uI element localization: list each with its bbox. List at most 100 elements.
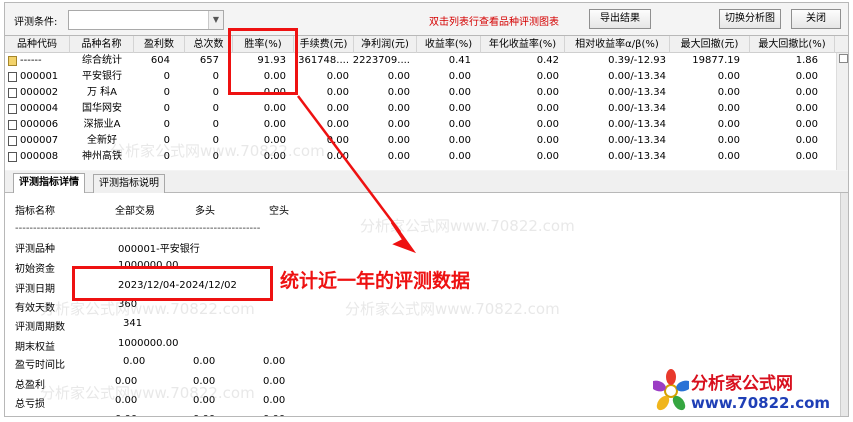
tab-metric-description[interactable]: 评测指标说明 — [93, 174, 165, 193]
metric-value-all: 0.00 — [123, 356, 146, 367]
table-cell-rel: 0.00/-13.34 — [608, 103, 666, 114]
chevron-down-icon[interactable]: ▼ — [208, 11, 223, 29]
logo-title: 分析家公式网 — [691, 374, 793, 394]
condition-label: 评测条件: — [14, 17, 58, 28]
table-cell-annual: 0.00 — [536, 119, 559, 130]
table-cell-code: ------ — [20, 55, 42, 66]
metric-value-long: 0.00 — [193, 356, 216, 367]
metric-value-long: 0.00 — [193, 376, 216, 387]
stock-icon — [8, 88, 17, 98]
stock-icon — [8, 72, 17, 82]
column-header[interactable]: 收益率(%) — [417, 36, 481, 53]
table-cell-annual: 0.00 — [536, 135, 559, 146]
condition-select[interactable]: ▼ — [68, 10, 224, 30]
column-header[interactable]: 盈利数 — [134, 36, 185, 53]
metric-value-all: 0.00 — [115, 376, 138, 387]
table-cell-code: 000006 — [20, 119, 59, 130]
table-cell-code: 000008 — [20, 151, 59, 162]
table-cell-fee: 0.00 — [326, 119, 349, 130]
table-cell-fee: 0.00 — [326, 103, 349, 114]
table-cell-fee: 0.00 — [326, 151, 349, 162]
switch-chart-button[interactable]: 切换分析图 — [719, 9, 781, 29]
column-header[interactable]: 最大回撤(元) — [670, 36, 750, 53]
summary-icon — [8, 56, 17, 66]
metric-label: 初始资金 — [15, 264, 55, 275]
detail-separator: ----------------------------------------… — [15, 223, 261, 234]
column-header[interactable]: 品种名称 — [70, 36, 134, 53]
stock-icon — [8, 104, 17, 114]
table-cell-ret: 0.00 — [448, 103, 471, 114]
detail-header-name: 指标名称 — [15, 206, 55, 217]
table-cell-winrate: 0.00 — [263, 151, 286, 162]
column-header[interactable]: 总次数 — [185, 36, 233, 53]
table-scrollbar[interactable] — [836, 53, 848, 170]
table-row[interactable]: 000004 国华网安 0 0 0.00 0.00 0.00 0.00 0.00 0.00/-13… — [5, 101, 848, 117]
metric-value-all: 0.00 — [115, 395, 138, 406]
column-header[interactable]: 净利润(元) — [354, 36, 417, 53]
date-highlight-box — [72, 266, 273, 301]
table-cell-ret: 0.00 — [448, 119, 471, 130]
table-cell-ret: 0.00 — [448, 71, 471, 82]
tab-metric-details[interactable]: 评测指标详情 — [13, 173, 85, 194]
table-cell-profit: 0.00 — [387, 103, 410, 114]
table-cell-total: 0 — [212, 71, 219, 82]
table-cell-winrate: 0.00 — [263, 103, 286, 114]
table-row[interactable]: ------ 综合统计 604 657 91.93 361748.... 2223709..… — [5, 53, 848, 69]
metric-value-all: 341 — [123, 318, 143, 329]
table-row[interactable]: 000001 平安银行 0 0 0.00 0.00 0.00 0.00 0.00 0.00/-13… — [5, 69, 848, 85]
table-cell-maxddpct: 0.00 — [795, 135, 818, 146]
column-header[interactable]: 品种代码 — [5, 36, 70, 53]
metric-label: 净利润 — [15, 414, 45, 416]
test-results-window: 评测条件: ▼ 双击列表行查看品种评测图表 导出结果 切换分析图 关闭 品种代码… — [4, 2, 849, 417]
table-cell-profit: 0.00 — [387, 135, 410, 146]
metric-value-short: 0.00 — [263, 356, 286, 367]
metric-label: 有效天数 — [15, 303, 55, 314]
metric-value-short: 0.00 — [263, 414, 285, 416]
table-cell-total: 0 — [212, 87, 219, 98]
tab-bar: 评测指标详情 评测指标说明 — [5, 171, 848, 194]
select-all-checkbox[interactable] — [839, 54, 848, 63]
column-header[interactable]: 年化收益率(%) — [481, 36, 565, 53]
table-cell-maxdd: 0.00 — [717, 151, 740, 162]
metric-value-all: 000001-平安银行 — [118, 244, 200, 255]
table-cell-code: 000002 — [20, 87, 59, 98]
column-header[interactable]: 最大回撤比(%) — [750, 36, 835, 53]
table-row[interactable]: 000008 神州高铁 0 0 0.00 0.00 0.00 0.00 0.00 0.00/-13… — [5, 149, 848, 165]
table-row[interactable]: 000006 深振业A 0 0 0.00 0.00 0.00 0.00 0.00 0.00/-13… — [5, 117, 848, 133]
table-cell-ret: 0.41 — [448, 55, 471, 66]
table-cell-rel: 0.00/-13.34 — [608, 151, 666, 162]
table-cell-total: 657 — [199, 55, 219, 66]
stock-icon — [8, 152, 17, 162]
table-cell-profit: 2223709.... — [352, 55, 410, 66]
metric-value-long: 0.00 — [193, 395, 216, 406]
winrate-highlight-box — [228, 28, 298, 95]
metric-value-short: 0.00 — [263, 376, 286, 387]
table-row[interactable]: 000007 全新好 0 0 0.00 0.00 0.00 0.00 0.00 0.00/-13.… — [5, 133, 848, 149]
table-cell-profit: 0.00 — [387, 71, 410, 82]
annotation-text: 统计近一年的评测数据 — [280, 270, 471, 292]
detail-header-short: 空头 — [269, 206, 289, 217]
close-button[interactable]: 关闭 — [791, 9, 841, 29]
column-header[interactable]: 手续费(元) — [294, 36, 354, 53]
table-cell-rel: 0.00/-13.34 — [608, 71, 666, 82]
table-cell-maxddpct: 0.00 — [795, 119, 818, 130]
table-cell-maxdd: 0.00 — [717, 71, 740, 82]
metric-label: 总盈利 — [15, 380, 45, 391]
column-header[interactable]: 相对收益率α/β(%) — [565, 36, 670, 53]
metric-label: 总亏损 — [15, 399, 45, 410]
table-cell-fee: 0.00 — [326, 135, 349, 146]
table-cell-ret: 0.00 — [448, 151, 471, 162]
table-cell-rel: 0.00/-13.34 — [608, 119, 666, 130]
export-button[interactable]: 导出结果 — [589, 9, 651, 29]
detail-header-all: 全部交易 — [115, 206, 155, 217]
table-cell-annual: 0.00 — [536, 87, 559, 98]
site-logo: 分析家公式网 www.70822.com — [651, 367, 847, 417]
table-cell-code: 000004 — [20, 103, 59, 114]
table-cell-maxdd: 0.00 — [717, 119, 740, 130]
table-cell-total: 0 — [212, 151, 219, 162]
table-row[interactable]: 000002 万 科A 0 0 0.00 0.00 0.00 0.00 0.00 0.00/-13… — [5, 85, 848, 101]
table-cell-profit: 0.00 — [387, 151, 410, 162]
table-cell-profit: 0.00 — [387, 119, 410, 130]
logo-url: www.70822.com — [691, 394, 831, 412]
table-cell-maxdd: 19877.19 — [692, 55, 740, 66]
